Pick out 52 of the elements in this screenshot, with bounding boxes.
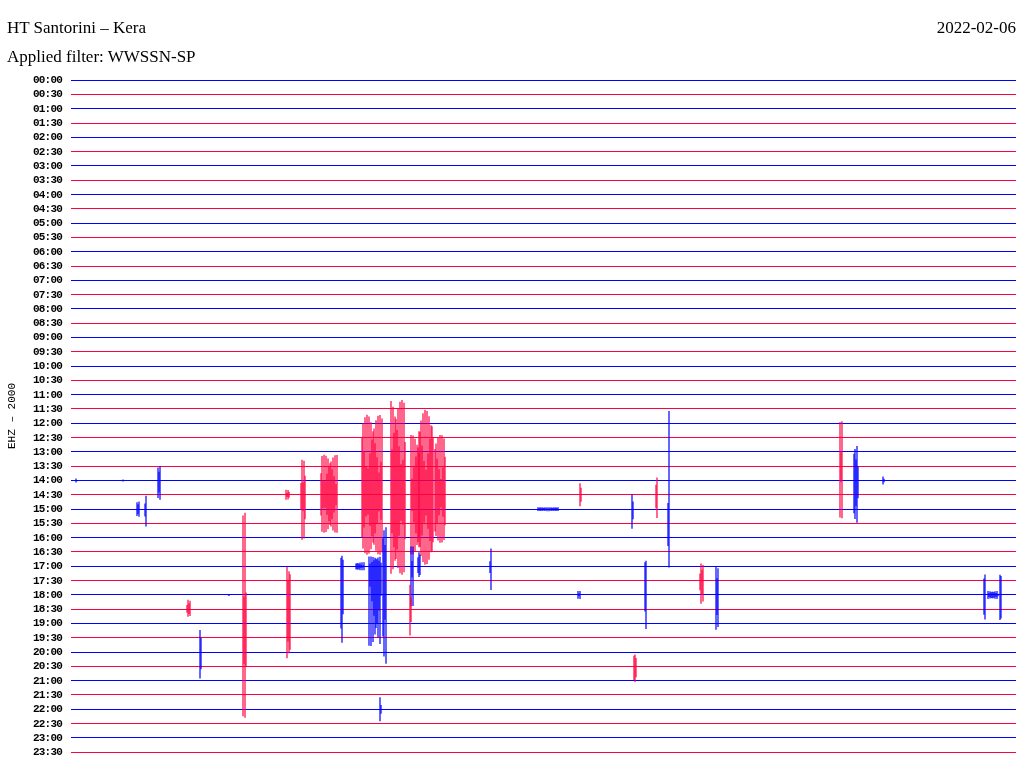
time-label: 11:00 <box>32 388 62 401</box>
time-label: 14:00 <box>32 474 62 487</box>
time-label: 06:30 <box>32 260 62 272</box>
time-label: 11:30 <box>32 402 62 415</box>
date-label: 2022-02-06 <box>936 18 1016 38</box>
time-label: 03:30 <box>32 174 62 187</box>
time-label: 09:30 <box>32 345 62 358</box>
time-label: 17:00 <box>32 560 62 573</box>
time-label: 23:00 <box>32 731 62 744</box>
time-label: 09:00 <box>32 331 62 344</box>
time-label: 04:30 <box>32 202 62 215</box>
time-label: 02:30 <box>32 145 62 158</box>
time-label: 03:00 <box>32 159 62 172</box>
time-label: 02:00 <box>32 131 62 144</box>
time-label: 08:00 <box>32 302 62 315</box>
time-label: 00:00 <box>32 74 62 87</box>
time-label: 18:30 <box>32 603 62 616</box>
time-label: 07:30 <box>32 288 62 301</box>
time-label: 08:30 <box>32 317 62 330</box>
time-label: 10:30 <box>32 374 62 387</box>
time-label: 23:30 <box>32 746 62 759</box>
time-label: 04:00 <box>32 188 62 201</box>
time-label: 01:00 <box>32 102 62 115</box>
time-label: 19:30 <box>32 631 62 644</box>
time-label: 16:00 <box>32 531 62 544</box>
time-label: 12:00 <box>32 417 62 430</box>
station-title: HT Santorini – Kera <box>7 18 146 38</box>
time-label: 17:30 <box>32 574 62 587</box>
time-label: 22:00 <box>32 703 62 716</box>
time-label: 05:00 <box>32 217 62 230</box>
time-label: 20:00 <box>32 646 62 658</box>
time-label: 22:30 <box>32 717 62 730</box>
time-label: 19:00 <box>32 617 62 630</box>
time-label: 15:30 <box>32 517 62 530</box>
time-label: 01:30 <box>32 117 62 130</box>
time-label: 07:00 <box>32 274 62 287</box>
time-label: 12:30 <box>32 431 62 444</box>
time-label: 13:30 <box>32 460 62 473</box>
time-label: 05:30 <box>32 231 62 244</box>
time-label: 13:00 <box>32 445 62 458</box>
time-label: 15:00 <box>32 503 62 516</box>
time-label: 10:00 <box>32 360 62 373</box>
time-label: 16:30 <box>32 545 62 558</box>
time-label: 06:00 <box>32 245 62 258</box>
time-label: 20:30 <box>32 660 62 673</box>
time-label: 21:00 <box>32 674 62 687</box>
time-label: 00:30 <box>32 88 62 101</box>
filter-label: Applied filter: WWSSN-SP <box>7 47 197 67</box>
channel-label: EHZ – 2000 <box>6 383 18 450</box>
time-label: 18:00 <box>32 588 62 601</box>
time-label: 14:30 <box>32 488 62 501</box>
time-label: 21:30 <box>32 688 62 701</box>
